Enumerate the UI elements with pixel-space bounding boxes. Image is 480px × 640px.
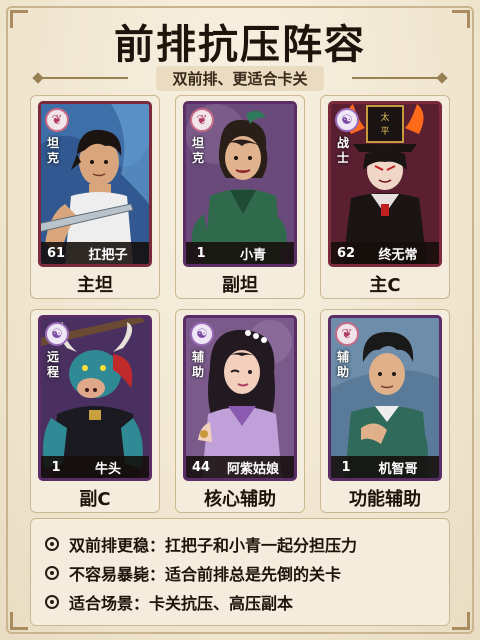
hat-text: 平	[380, 126, 389, 137]
hero-role: 远程	[47, 350, 60, 379]
hero-slot[interactable]: ❦ 坦克 61 扛把子 主坦	[30, 95, 160, 299]
hero-slot[interactable]: ❦ 坦克 1 小青 副坦	[175, 95, 305, 299]
frame-corner-ornament	[10, 612, 28, 630]
position-label: 副坦	[222, 275, 258, 296]
hat-text: 太	[380, 111, 389, 123]
hero-info-bar: 44 阿紫姑娘	[186, 456, 294, 478]
position-label: 主坦	[77, 275, 113, 296]
page-background: 前排抗压阵容 双前排、更适合卡关 ❦ 坦克 61 扛把子 主坦 ❦ 坦克 1 小…	[0, 0, 480, 640]
hero-role: 辅助	[337, 350, 350, 379]
page-title: 前排抗压阵容	[114, 22, 366, 68]
hero-name: 小青	[239, 247, 266, 263]
hero-slot[interactable]: 太 平 ☯ 战士 62 终无常 主C	[320, 95, 450, 299]
hero-info-bar: 62 终无常	[331, 242, 439, 264]
feather-icon: ❦	[45, 108, 69, 132]
hero-role: 辅助	[192, 350, 205, 379]
hero-slot[interactable]: ☯ 辅助 44 阿紫姑娘 核心辅助	[175, 309, 305, 513]
note-item: 不容易暴毙：适合前排总是先倒的关卡	[45, 558, 435, 587]
ghost-icon: ☯	[45, 322, 69, 346]
hero-card[interactable]: 太 平 ☯ 战士 62 终无常	[328, 101, 442, 267]
notes-panel: 双前排更稳：扛把子和小青一起分担压力 不容易暴毙：适合前排总是先倒的关卡 适合场…	[30, 518, 450, 626]
hero-name: 阿紫姑娘	[226, 461, 279, 477]
ghost-icon: ☯	[190, 322, 214, 346]
frame-corner-ornament	[452, 612, 470, 630]
hero-name: 终无常	[378, 247, 418, 263]
hero-info-bar: 1 机智哥	[331, 456, 439, 478]
hero-slot[interactable]: ❦ 辅助 1 机智哥 功能辅助	[320, 309, 450, 513]
divider-line	[352, 77, 440, 79]
position-label: 主C	[369, 275, 401, 296]
hero-name: 机智哥	[378, 461, 418, 477]
hero-card[interactable]: ❦ 辅助 1 机智哥	[328, 315, 442, 481]
hero-level: 1	[341, 459, 351, 475]
hero-role: 坦克	[47, 136, 60, 165]
hero-name: 牛头	[94, 461, 121, 477]
hero-level: 62	[336, 245, 356, 261]
feather-icon: ❦	[190, 108, 214, 132]
hero-level: 1	[196, 245, 206, 261]
ghost-icon: ☯	[335, 108, 359, 132]
position-label: 核心辅助	[204, 489, 276, 510]
note-text: 适合场景：卡关抗压、高压副本	[69, 593, 294, 613]
lineup-grid: ❦ 坦克 61 扛把子 主坦 ❦ 坦克 1 小青 副坦 太 平 ☯ 战士 62 …	[30, 95, 450, 513]
hero-name: 扛把子	[88, 247, 128, 263]
feather-icon: ❦	[335, 322, 359, 346]
hero-role: 战士	[337, 136, 350, 165]
hero-level: 61	[46, 245, 66, 261]
hero-card[interactable]: ☯ 远程 1 牛头	[38, 315, 152, 481]
hero-info-bar: 1 牛头	[41, 456, 149, 478]
hero-card[interactable]: ❦ 坦克 1 小青	[183, 101, 297, 267]
hero-info-bar: 1 小青	[186, 242, 294, 264]
note-text: 双前排更稳：扛把子和小青一起分担压力	[69, 535, 358, 555]
hero-role: 坦克	[192, 136, 205, 165]
hero-card[interactable]: ❦ 坦克 61 扛把子	[38, 101, 152, 267]
hero-level: 44	[191, 459, 211, 475]
bullet-icon	[45, 536, 59, 551]
hero-slot[interactable]: ☯ 远程 1 牛头 副C	[30, 309, 160, 513]
bullet-icon	[45, 565, 59, 580]
hero-info-bar: 61 扛把子	[41, 242, 149, 264]
hero-level: 1	[51, 459, 61, 475]
note-text: 不容易暴毙：适合前排总是先倒的关卡	[69, 564, 342, 584]
position-label: 副C	[79, 489, 111, 510]
note-item: 适合场景：卡关抗压、高压副本	[45, 587, 435, 616]
hero-card[interactable]: ☯ 辅助 44 阿紫姑娘	[183, 315, 297, 481]
note-item: 双前排更稳：扛把子和小青一起分担压力	[45, 529, 435, 558]
page-subtitle: 双前排、更适合卡关	[156, 66, 324, 91]
position-label: 功能辅助	[349, 489, 421, 510]
bullet-icon	[45, 594, 59, 609]
